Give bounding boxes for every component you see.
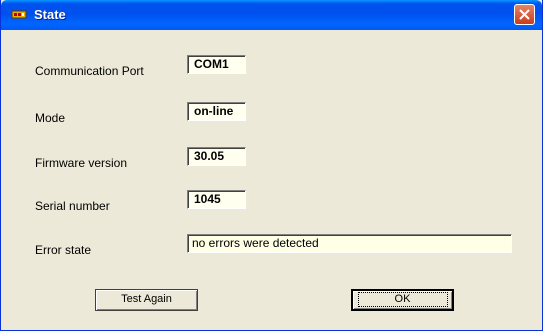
error-state-value: no errors were detected [187,234,512,253]
communication-port-label: Communication Port [35,64,144,78]
ok-button[interactable]: OK [351,289,454,311]
close-button[interactable] [514,4,535,25]
window-title: State [34,7,66,22]
close-icon [519,9,530,20]
firmware-version-value: 30.05 [187,147,246,166]
serial-number-value: 1045 [187,190,246,209]
serial-device-icon [11,8,27,21]
error-state-label: Error state [35,243,92,257]
communication-port-value: COM1 [187,55,246,74]
ok-button-label: OK [357,292,448,307]
state-dialog: State Communication Port COM1 Mode on-li… [0,0,543,331]
firmware-version-label: Firmware version [35,156,128,170]
serial-number-label: Serial number [35,199,110,213]
title-bar[interactable]: State [1,0,542,30]
mode-value: on-line [187,102,246,121]
mode-label: Mode [35,111,66,125]
test-again-button[interactable]: Test Again [95,289,198,311]
